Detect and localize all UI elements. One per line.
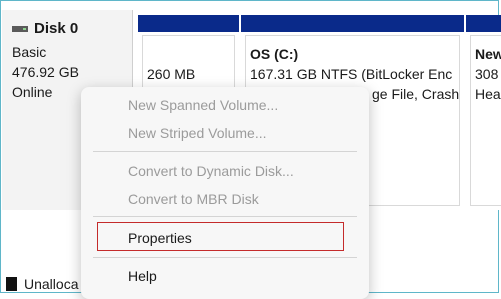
disk-status: Online — [12, 84, 53, 100]
menu-item-help[interactable]: Help — [128, 268, 157, 284]
partition-title: OS (C:) — [250, 46, 299, 62]
menu-item-new-striped-volume[interactable]: New Striped Volume... — [128, 125, 267, 141]
disk-type: Basic — [12, 44, 47, 60]
menu-item-convert-dynamic[interactable]: Convert to Dynamic Disk... — [128, 163, 294, 179]
unallocated-swatch — [6, 277, 17, 291]
disk-title: Disk 0 — [12, 20, 78, 37]
partition-detail: 308 — [475, 66, 499, 82]
partition-detail: 167.31 GB NTFS (BitLocker Enc — [250, 66, 453, 82]
menu-item-convert-mbr[interactable]: Convert to MBR Disk — [128, 191, 259, 207]
menu-item-new-spanned-volume[interactable]: New Spanned Volume... — [128, 97, 278, 113]
menu-separator — [93, 216, 357, 217]
partition-bar — [466, 15, 501, 32]
menu-item-properties[interactable]: Properties — [128, 230, 192, 246]
partition-bar — [241, 15, 464, 32]
menu-separator — [93, 257, 357, 258]
menu-separator — [93, 151, 357, 152]
disk-name: Disk 0 — [34, 20, 79, 37]
context-menu: New Spanned Volume... New Striped Volume… — [81, 87, 369, 299]
unallocated-label: Unalloca — [24, 276, 79, 292]
disk-drive-icon — [12, 25, 28, 32]
disk-size: 476.92 GB — [12, 64, 79, 80]
partition-detail-2: ge File, Crash — [372, 86, 460, 102]
partition-title: New — [475, 46, 501, 62]
partition-size: 260 MB — [147, 66, 196, 82]
partition-new[interactable]: New 308 Hea — [466, 15, 501, 210]
partition-body: New 308 Hea — [470, 35, 501, 206]
partition-detail-2: Hea — [475, 86, 501, 102]
partition-bar — [138, 15, 239, 32]
